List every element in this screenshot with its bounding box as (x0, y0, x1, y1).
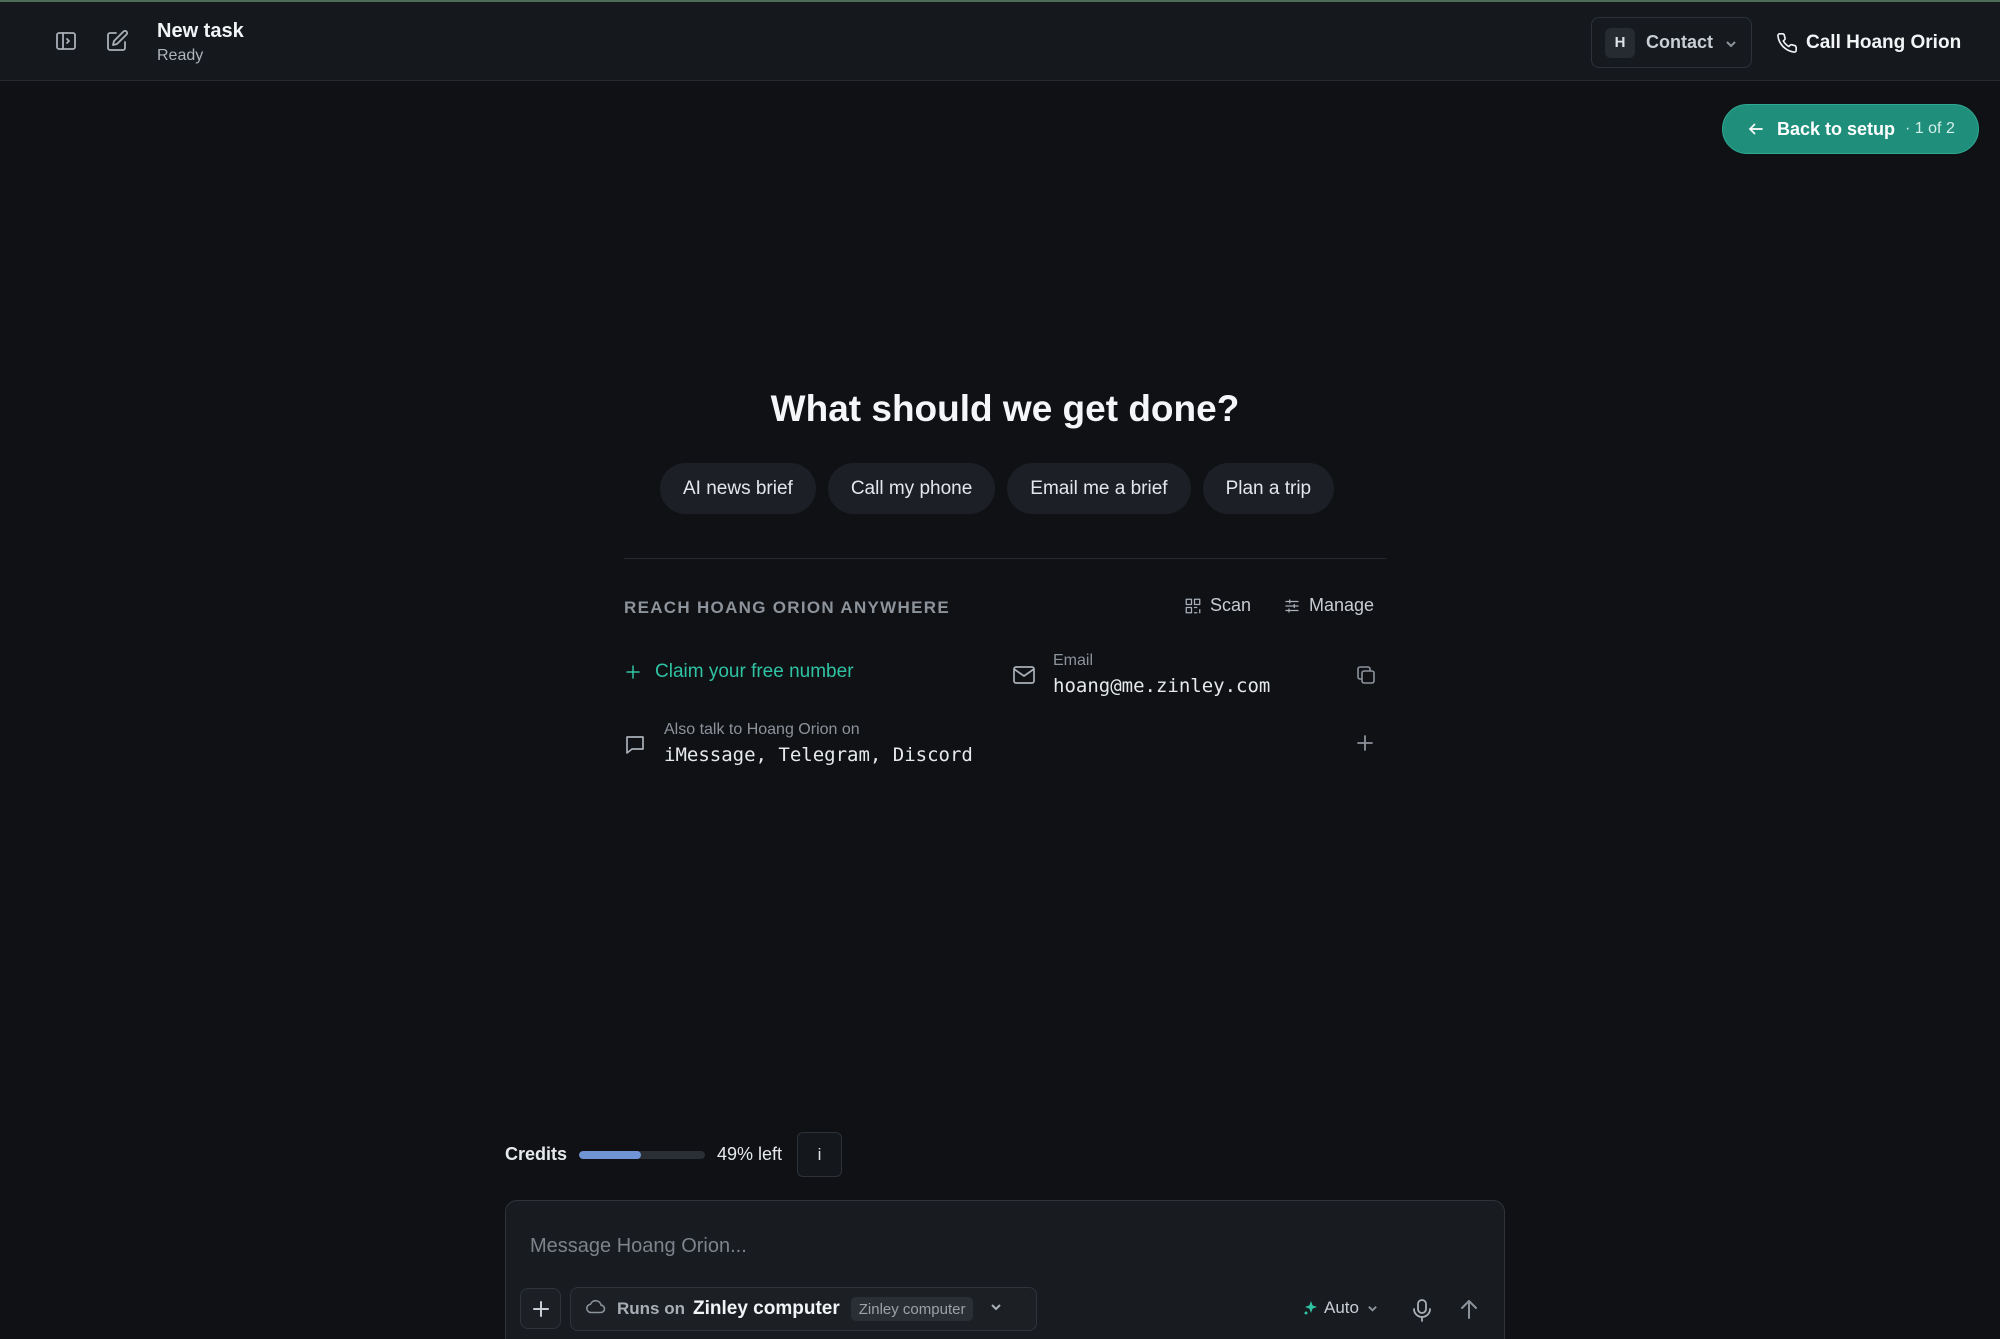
mail-icon (1012, 664, 1036, 686)
suggestion-chip-email-me-a-brief[interactable]: Email me a brief (1007, 463, 1191, 514)
chevron-down-icon (1368, 1305, 1377, 1312)
task-status: Ready (157, 47, 204, 64)
contact-avatar: H (1605, 27, 1635, 58)
credits-progress-bar (579, 1151, 705, 1159)
mode-selector[interactable]: Auto (1303, 1298, 1378, 1318)
claim-number-label: Claim your free number (655, 661, 854, 682)
suggestion-chip-call-my-phone[interactable]: Call my phone (827, 463, 996, 514)
call-button[interactable]: Call Hoang Orion (1776, 28, 1961, 58)
arrow-left-icon (1749, 123, 1763, 135)
manage-button[interactable]: Manage (1283, 595, 1374, 616)
mode-label: Auto (1324, 1298, 1359, 1317)
chevron-down-icon (989, 1300, 1003, 1319)
compose-icon[interactable] (104, 28, 130, 54)
message-input[interactable] (530, 1231, 1430, 1261)
scan-label: Scan (1210, 595, 1252, 615)
app-page: New task Ready H Contact Call Hoang Orio… (0, 0, 2000, 1339)
message-composer: Runs on Zinley computer Zinley computer … (505, 1200, 1505, 1339)
manage-label: Manage (1309, 595, 1375, 615)
sidebar-toggle-icon[interactable] (53, 28, 79, 54)
call-label: Call Hoang Orion (1806, 32, 1962, 53)
suggestion-chips: AI news brief Call my phone Email me a b… (660, 463, 1335, 514)
credits-info-button[interactable]: i (797, 1132, 842, 1177)
attach-button[interactable] (520, 1288, 561, 1329)
credits-remaining: 49% left (717, 1144, 783, 1164)
sparkle-icon (1304, 1301, 1317, 1315)
cloud-icon (585, 1296, 607, 1323)
task-title: New task (157, 20, 244, 42)
setup-step-indicator: · 1 of 2 (1905, 120, 1955, 137)
credits-progress-fill (579, 1151, 641, 1159)
suggestion-chip-ai-news-brief[interactable]: AI news brief (660, 463, 816, 514)
scan-button[interactable]: Scan (1184, 595, 1251, 616)
phone-icon (1777, 33, 1797, 53)
credits-label: Credits (505, 1144, 568, 1164)
copy-icon[interactable] (1355, 664, 1377, 686)
chat-bubble-icon (624, 734, 646, 756)
contact-label: Contact (1646, 32, 1713, 52)
runs-on-prefix: Runs on (617, 1299, 685, 1318)
sliders-icon (1285, 598, 1299, 613)
add-channel-plus-icon[interactable] (1355, 733, 1377, 755)
chevron-down-icon (1725, 37, 1737, 49)
claim-number-link[interactable]: Claim your free number (624, 661, 854, 683)
runs-on-selector[interactable]: Runs on Zinley computer Zinley computer (570, 1287, 1037, 1331)
email-caption: Email (1053, 652, 1094, 669)
also-talk-channels: iMessage, Telegram, Discord (664, 744, 973, 766)
runs-on-badge: Zinley computer (850, 1297, 974, 1321)
scan-icon (1185, 598, 1201, 613)
runs-on-name: Zinley computer (693, 1298, 840, 1319)
back-to-setup-label: Back to setup (1777, 118, 1896, 139)
also-talk-caption: Also talk to Hoang Orion on (664, 721, 860, 738)
microphone-icon[interactable] (1411, 1298, 1433, 1322)
top-bar: New task Ready H Contact Call Hoang Orio… (0, 0, 2000, 81)
section-divider (624, 558, 1386, 559)
plus-icon (532, 1300, 549, 1317)
reach-section-title: REACH HOANG ORION ANYWHERE (624, 598, 950, 617)
email-address: hoang@me.zinley.com (1053, 675, 1271, 697)
back-to-setup-button[interactable]: Back to setup · 1 of 2 (1722, 104, 1979, 154)
plus-icon (626, 665, 640, 679)
hero-title: What should we get done? (770, 388, 1240, 429)
suggestion-chip-plan-a-trip[interactable]: Plan a trip (1202, 463, 1335, 514)
contact-dropdown[interactable]: H Contact (1591, 17, 1752, 68)
arrow-up-icon[interactable] (1459, 1298, 1481, 1322)
